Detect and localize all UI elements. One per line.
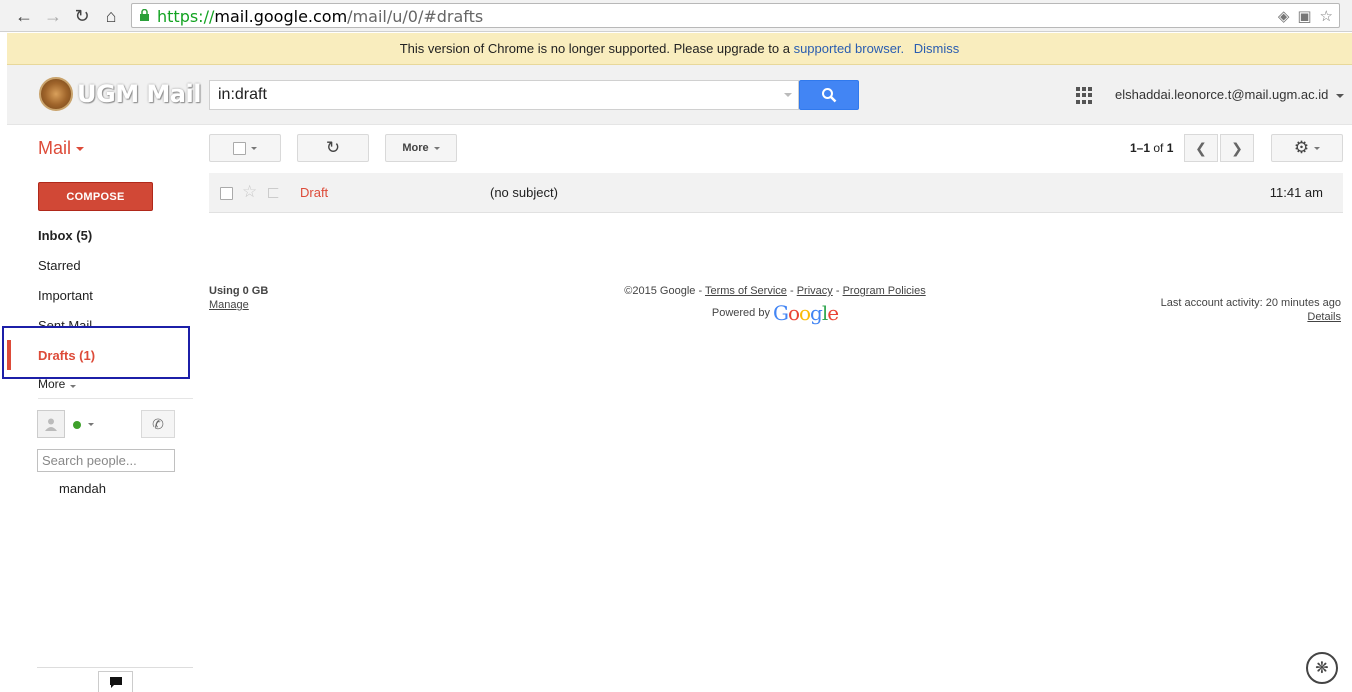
important-marker-icon[interactable] (268, 188, 282, 198)
ugm-seal-icon (39, 77, 73, 111)
row-checkbox[interactable] (220, 187, 233, 200)
chevron-right-icon: ❯ (1231, 139, 1243, 156)
phone-button[interactable]: ✆ (141, 410, 175, 438)
bookmark-star-icon[interactable]: ☆ (1320, 7, 1333, 25)
message-sender: Draft (300, 185, 329, 200)
bottom-divider (37, 667, 193, 668)
settings-button[interactable]: ⚙ (1271, 134, 1343, 162)
older-button[interactable]: ❯ (1220, 134, 1254, 162)
gear-icon: ⚙ (1293, 138, 1310, 157)
compose-button[interactable]: COMPOSE (38, 182, 153, 211)
message-time: 11:41 am (1269, 185, 1323, 200)
person-icon (45, 418, 57, 431)
powered-by-text: Powered by (711, 307, 770, 319)
newer-button[interactable]: ❮ (1184, 134, 1218, 162)
manage-link[interactable]: Manage (209, 299, 268, 311)
message-subject: (no subject) (490, 185, 558, 200)
ugm-mail-logo[interactable]: UGM Mail (39, 77, 201, 111)
more-nav-label: More (38, 377, 66, 391)
unsupported-browser-infobar: This version of Chrome is no longer supp… (7, 33, 1352, 65)
table-row[interactable]: ☆ Draft (no subject) 11:41 am (209, 173, 1343, 213)
extension-icon[interactable]: ◈ (1278, 7, 1290, 25)
translate-icon[interactable]: ▣ (1297, 7, 1311, 25)
forward-arrow-icon[interactable]: → (42, 5, 64, 27)
refresh-button[interactable]: ↻ (297, 134, 369, 162)
privacy-link[interactable]: Privacy (797, 285, 833, 297)
refresh-icon: ↻ (325, 138, 341, 157)
infobar-message: This version of Chrome is no longer supp… (399, 41, 790, 56)
settings-caret-icon (1314, 146, 1321, 150)
more-nav-caret-icon (70, 385, 77, 388)
mail-caret-icon (76, 147, 85, 152)
search-people-input[interactable] (37, 449, 175, 472)
online-status-icon[interactable] (73, 421, 81, 429)
more-caret-icon (433, 146, 440, 150)
supported-browser-link[interactable]: supported browser. (794, 41, 905, 56)
google-logo: Google (772, 301, 839, 325)
last-activity-text: Last account activity: 20 minutes ago (1160, 297, 1341, 309)
account-activity: Last account activity: 20 minutes ago De… (1161, 297, 1341, 323)
storage-usage: Using 0 GB Manage (209, 285, 268, 311)
sidebar-divider (38, 398, 193, 399)
account-caret-icon[interactable] (1336, 94, 1344, 98)
address-bar[interactable]: https://mail.google.com/mail/u/0/#drafts… (131, 3, 1340, 28)
phone-icon: ✆ (152, 415, 164, 432)
account-email[interactable]: elshaddai.leonorce.t@mail.ugm.ac.id (1115, 87, 1328, 102)
back-arrow-icon[interactable]: ← (13, 5, 35, 27)
browser-toolbar: ← → ↻ ⌂ https://mail.google.com/mail/u/0… (0, 0, 1352, 32)
powered-by-google: Powered by Google (550, 301, 1000, 325)
logo-text: UGM Mail (77, 80, 201, 108)
usage-text: Using 0 GB (209, 285, 269, 297)
sidebar-item-sent-mail[interactable]: Sent Mail (38, 318, 92, 326)
mail-label: Mail (38, 138, 72, 158)
dismiss-link[interactable]: Dismiss (914, 41, 960, 56)
status-caret-icon[interactable] (88, 423, 94, 426)
gmail-header: UGM Mail in:draft elshaddai.leonorce.t@m… (7, 65, 1352, 125)
footer-links: ©2015 Google - Terms of Service - Privac… (550, 285, 1000, 325)
more-button[interactable]: More (385, 134, 457, 162)
select-checkbox[interactable] (233, 141, 246, 155)
sidebar-item-important[interactable]: Important (38, 288, 93, 303)
pagination-info: 1–1 of 1 (1130, 141, 1174, 155)
lock-icon (140, 9, 149, 21)
chat-button[interactable] (98, 671, 133, 692)
hangouts-avatar[interactable] (37, 410, 65, 438)
apps-grid-icon[interactable] (1076, 87, 1093, 104)
sidebar-item-inbox[interactable]: Inbox (5) (38, 228, 92, 243)
search-options-caret-icon[interactable] (784, 93, 792, 97)
search-query: in:draft (218, 86, 267, 103)
annotation-highlight-box (2, 326, 190, 379)
sidebar-item-more[interactable]: More (38, 377, 77, 391)
search-button[interactable] (799, 80, 859, 110)
home-icon[interactable]: ⌂ (100, 5, 122, 27)
reload-icon[interactable]: ↻ (71, 5, 93, 27)
url-text: https://mail.google.com/mail/u/0/#drafts (157, 7, 484, 26)
search-icon (822, 88, 837, 103)
search-input[interactable]: in:draft (209, 80, 799, 110)
more-label: More (402, 142, 429, 154)
chat-bubble-icon (109, 676, 122, 688)
details-link[interactable]: Details (1161, 311, 1341, 323)
star-icon[interactable]: ☆ (242, 182, 257, 202)
select-caret-icon (251, 146, 257, 150)
sidebar-item-starred[interactable]: Starred (38, 258, 81, 273)
mail-menu[interactable]: Mail (38, 138, 85, 159)
globe-seal-icon: ❋ (1306, 652, 1338, 684)
copyright-text: ©2015 Google - (624, 285, 703, 297)
select-all-button[interactable] (209, 134, 281, 162)
contact-item[interactable]: mandah (59, 481, 106, 496)
terms-link[interactable]: Terms of Service (705, 285, 787, 297)
chevron-left-icon: ❮ (1195, 139, 1207, 156)
program-policies-link[interactable]: Program Policies (843, 285, 926, 297)
